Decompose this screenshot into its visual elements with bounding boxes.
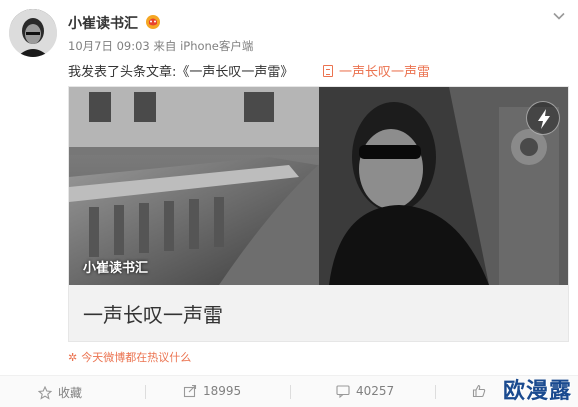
avatar[interactable]: [9, 9, 57, 57]
post-time[interactable]: 10月7日 09:03: [68, 39, 150, 53]
comment-button[interactable]: 40257: [336, 384, 394, 398]
share-button[interactable]: 18995: [183, 384, 241, 398]
divider: [290, 385, 291, 399]
comment-count: 40257: [356, 384, 395, 398]
divider: [145, 385, 146, 399]
comment-icon: [336, 385, 350, 398]
article-link[interactable]: 一声长叹一声雷: [323, 61, 430, 80]
verified-badge-icon[interactable]: [144, 12, 162, 30]
star-icon: [38, 385, 52, 400]
sparkle-icon: ✲: [68, 351, 78, 364]
image-caption: 小崔读书汇: [83, 261, 149, 276]
chevron-down-icon[interactable]: [552, 9, 566, 23]
document-icon: [323, 65, 333, 77]
article-title[interactable]: 一声长叹一声雷: [83, 299, 223, 328]
flash-icon: [526, 101, 560, 135]
divider: [435, 385, 436, 399]
site-watermark: 欧漫露: [502, 379, 572, 404]
favorite-button[interactable]: 收藏: [38, 384, 82, 401]
share-count: 18995: [203, 384, 242, 398]
source-prefix: 来自: [153, 39, 177, 53]
action-bar: 收藏 18995 40257: [0, 375, 578, 407]
favorite-label: 收藏: [58, 386, 83, 400]
username[interactable]: 小崔读书汇: [68, 13, 138, 33]
article-link-label: 一声长叹一声雷: [339, 65, 431, 80]
article-card[interactable]: 小崔读书汇 一声长叹一声雷: [68, 86, 569, 342]
like-button[interactable]: [472, 384, 492, 398]
article-cover-image[interactable]: 小崔读书汇: [69, 87, 568, 285]
post-meta: 10月7日 09:03 来自 iPhone客户端: [68, 38, 253, 54]
trending-label: 今天微博都在热议什么: [81, 351, 192, 364]
post-source[interactable]: iPhone客户端: [180, 39, 253, 53]
post-text: 我发表了头条文章:《一声长叹一声雷》: [68, 65, 294, 80]
trending-link[interactable]: ✲ 今天微博都在热议什么: [68, 349, 191, 365]
thumbs-up-icon: [472, 384, 486, 398]
share-icon: [183, 384, 197, 398]
